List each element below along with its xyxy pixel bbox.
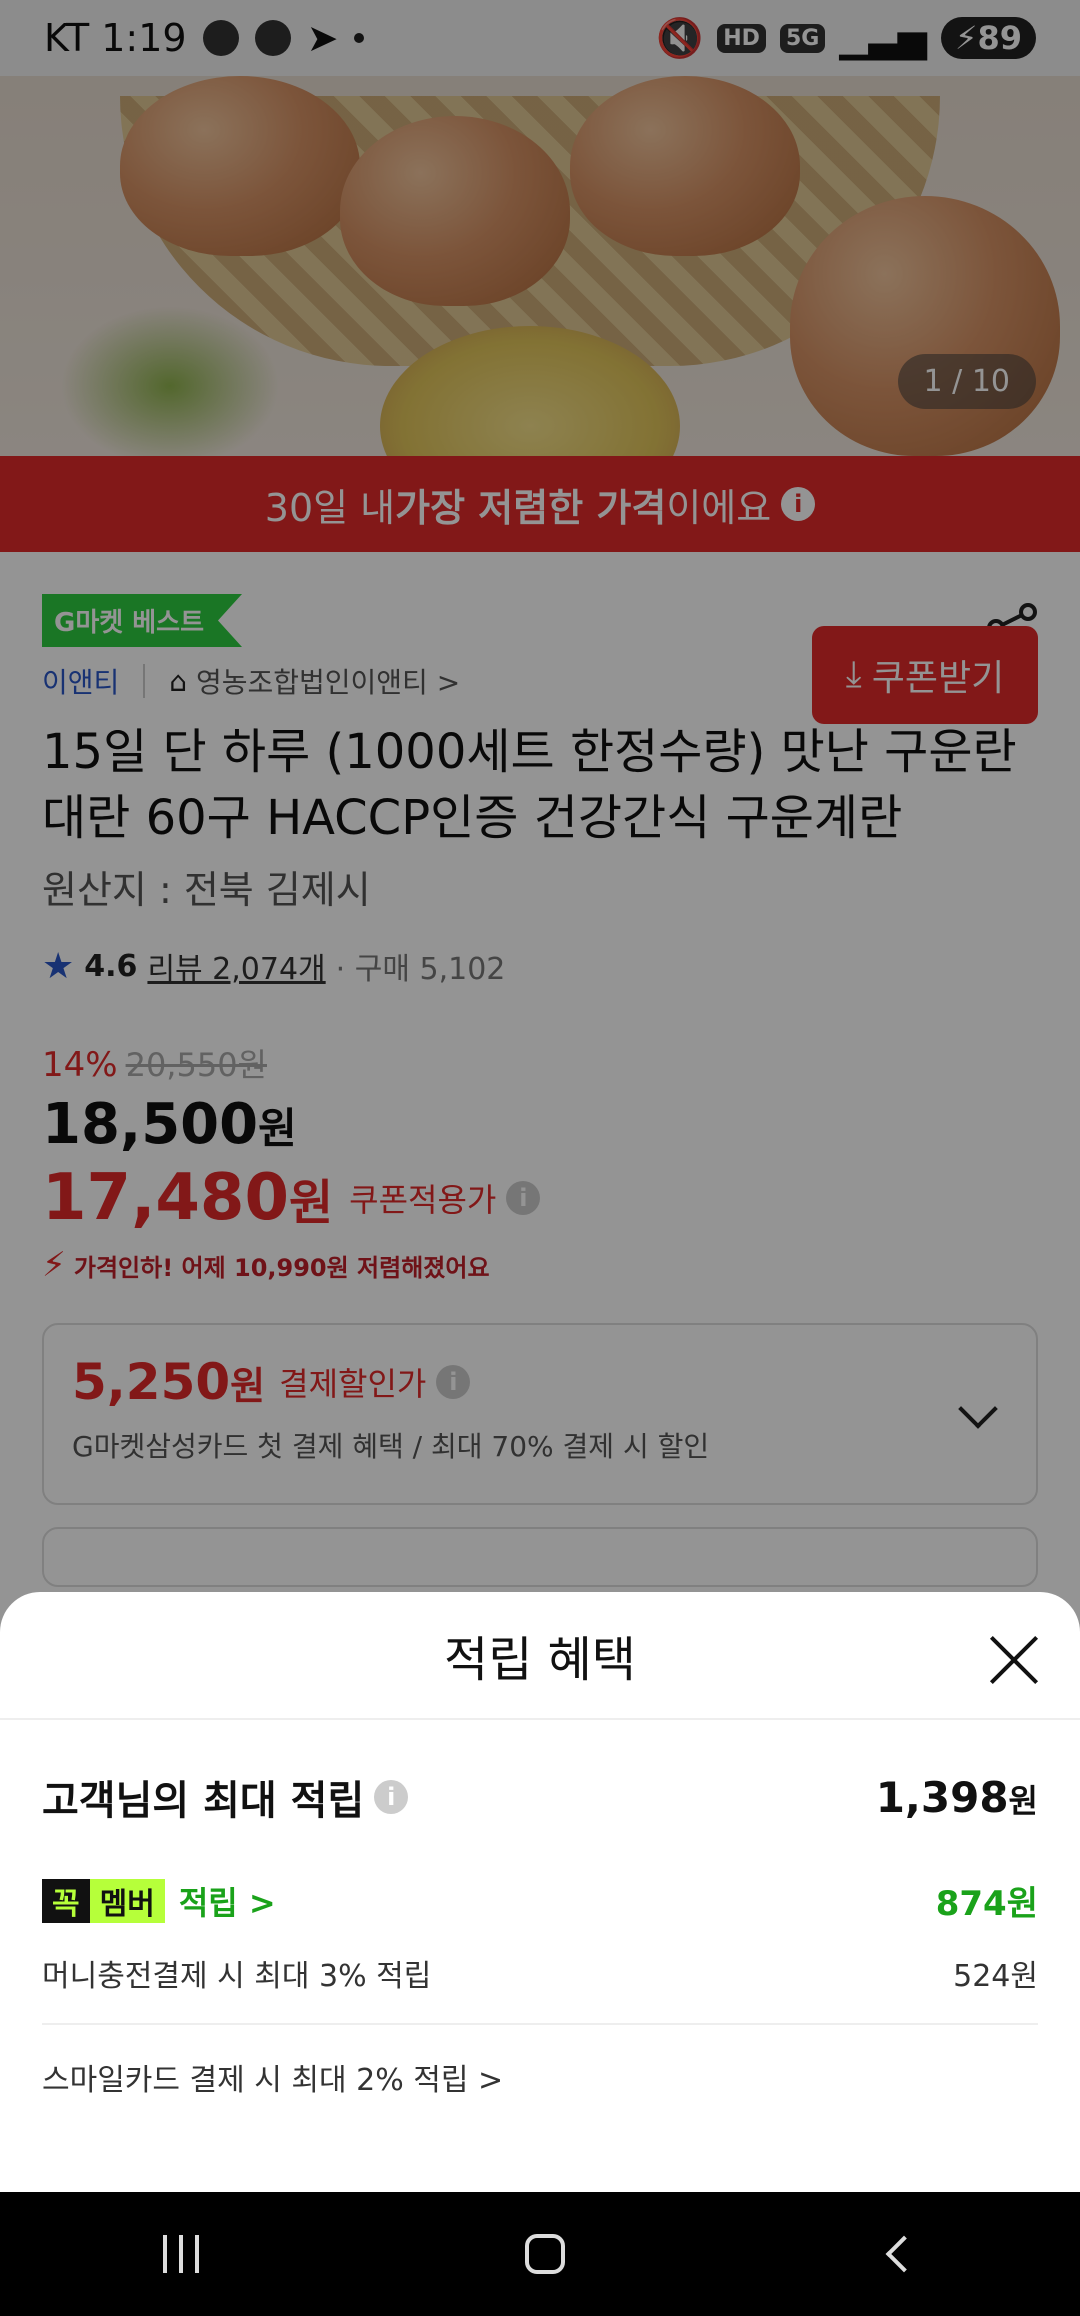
smile-card-reward-link[interactable]: 스마일카드 결제 시 최대 2% 적립 > — [42, 2055, 1038, 2099]
money-reward-label: 머니충전결제 시 최대 3% 적립 — [42, 1959, 432, 1994]
info-icon[interactable]: i — [374, 1780, 409, 1814]
member-badge: 꼭 멤버 — [42, 1878, 165, 1923]
home-icon[interactable] — [525, 2234, 565, 2274]
system-nav-bar — [0, 2192, 1080, 2316]
close-icon[interactable] — [988, 1632, 1040, 1684]
rewards-bottom-sheet: 적립 혜택 고객님의 최대 적립 i 1,398원 꼭 멤버 적립 > 874원… — [0, 1592, 1080, 2192]
member-reward-amount: 874원 — [935, 1884, 1038, 1924]
sheet-title: 적립 혜택 — [444, 1632, 636, 1688]
recents-icon[interactable] — [163, 2235, 199, 2273]
money-reward-amount: 524원 — [953, 1959, 1038, 1994]
max-reward-label: 고객님의 최대 적립 — [42, 1778, 365, 1824]
max-reward-amount: 1,398원 — [875, 1772, 1038, 1822]
member-reward-link[interactable]: 적립 > — [179, 1878, 276, 1924]
back-icon[interactable] — [885, 2235, 923, 2273]
